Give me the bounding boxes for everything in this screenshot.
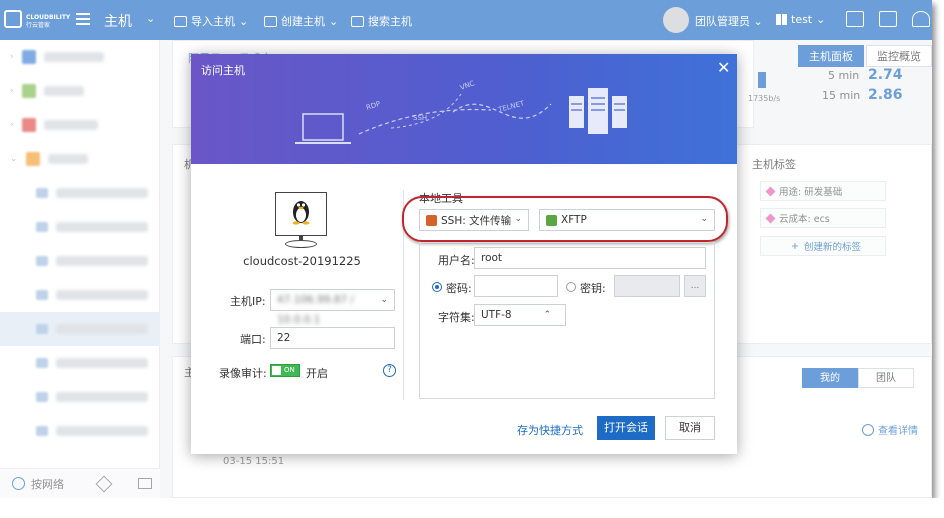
host-ip-label: 主机IP:: [230, 295, 266, 308]
key-input: [614, 275, 680, 297]
app-window: CLOUDBILITY 行云管家 主机 ⌄ 导入主机 ⌄ 创建主机 ⌄ 搜索主机…: [0, 0, 932, 498]
dialog-title: 访问主机: [201, 64, 245, 77]
linux-host-icon: [275, 192, 327, 236]
chevron-down-icon: ⌄: [514, 214, 522, 224]
dialog-header: RDP SSH VNC TELNET 访问主机 ✕: [191, 54, 737, 164]
key-radio[interactable]: [566, 282, 576, 292]
monitor-base: [285, 240, 317, 248]
connection-illustration: RDP SSH VNC TELNET: [295, 79, 627, 144]
charset-value: UTF-8: [481, 309, 512, 321]
password-input[interactable]: [474, 275, 558, 297]
local-tool-select[interactable]: XFTP ⌄: [539, 209, 715, 231]
xftp-icon: [546, 214, 557, 226]
help-icon[interactable]: ?: [383, 364, 396, 377]
hero-label: SSH: [413, 114, 427, 122]
username-input[interactable]: root: [474, 247, 706, 269]
hero-label: VNC: [459, 79, 476, 92]
chevron-down-icon: ⌄: [700, 214, 708, 224]
protocol-select[interactable]: SSH: 文件传输 ⌄: [419, 209, 529, 231]
password-radio[interactable]: [432, 282, 442, 292]
port-input[interactable]: 22: [270, 327, 395, 349]
save-shortcut-link[interactable]: 存为快捷方式: [517, 422, 583, 438]
record-audit-state: 开启: [306, 367, 328, 380]
host-ip-select[interactable]: 47.106.99.87 / 10.0.0.1 ⌄: [270, 289, 395, 326]
toggle-knob: [272, 366, 281, 375]
chevron-up-icon: ⌃: [543, 310, 551, 320]
chevron-down-icon: ⌄: [380, 295, 388, 305]
access-host-dialog: RDP SSH VNC TELNET 访问主机 ✕ cloudcost-2019…: [191, 54, 737, 454]
hero-label: TELNET: [496, 99, 525, 114]
credentials-panel: 用户名: root 密码: 密钥: ... 字符集: UTF-8 ⌃: [419, 242, 715, 399]
server-icon: [569, 96, 584, 128]
username-value: root: [481, 252, 503, 264]
toggle-text: ON: [284, 366, 295, 374]
cancel-button[interactable]: 取消: [665, 416, 715, 440]
username-label: 用户名:: [438, 254, 475, 267]
host-info-pane: cloudcost-20191225 主机IP: 47.106.99.87 / …: [191, 164, 403, 454]
penguin-icon: [279, 196, 323, 226]
tux-glyph: [292, 201, 310, 225]
browse-key-button: ...: [684, 275, 706, 297]
charset-select[interactable]: UTF-8 ⌃: [474, 304, 566, 326]
record-audit-toggle[interactable]: ON: [270, 364, 300, 377]
local-tools-title: 本地工具: [419, 192, 463, 205]
screenshot-root: CLOUDBILITY 行云管家 主机 ⌄ 导入主机 ⌄ 创建主机 ⌄ 搜索主机…: [0, 0, 944, 518]
local-tool-value: XFTP: [561, 214, 587, 226]
key-label: 密钥:: [580, 282, 606, 295]
host-ip-value: 47.106.99.87 / 10.0.0.1: [277, 294, 355, 326]
port-value: 22: [277, 332, 291, 344]
pane-divider: [403, 190, 404, 400]
record-audit-label: 录像审计:: [219, 367, 267, 380]
ssh-icon: [426, 214, 437, 226]
close-icon[interactable]: ✕: [717, 58, 730, 77]
port-label: 端口:: [240, 333, 266, 346]
server-icon: [612, 96, 627, 128]
hero-label: RDP: [365, 100, 381, 112]
protocol-value: SSH: 文件传输: [441, 214, 512, 227]
charset-label: 字符集:: [438, 311, 475, 324]
host-name: cloudcost-20191225: [243, 254, 361, 268]
page-margin: [0, 498, 944, 518]
open-session-button[interactable]: 打开会话: [597, 416, 655, 440]
server-icon: [588, 88, 608, 134]
password-label: 密码:: [446, 282, 472, 295]
laptop-icon: [302, 113, 344, 141]
